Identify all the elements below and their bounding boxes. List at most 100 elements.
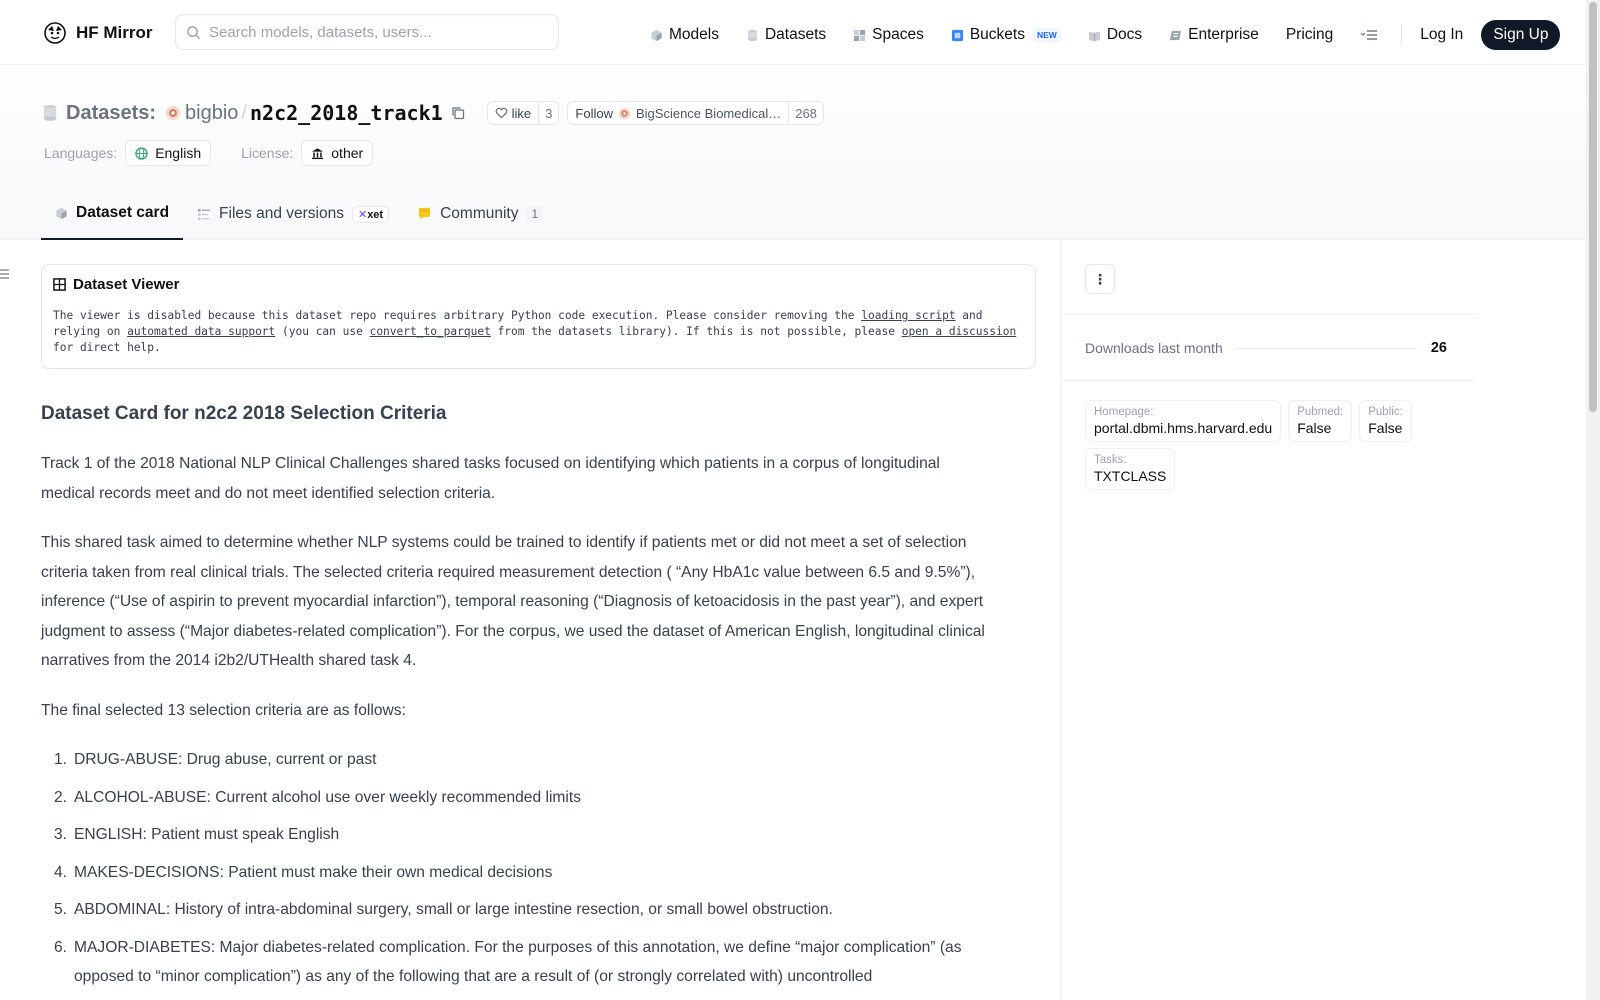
nav-models-label: Models xyxy=(669,26,719,43)
enterprise-icon xyxy=(1170,30,1182,40)
more-menu[interactable] xyxy=(1360,29,1378,41)
main-content: Dataset Viewer The viewer is disabled be… xyxy=(0,240,1060,1000)
follower-count[interactable]: 268 xyxy=(789,102,823,124)
tab-dataset-card[interactable]: Dataset card xyxy=(41,188,184,240)
downloads-row: Downloads last month 26 xyxy=(1085,340,1447,356)
repo-separator: / xyxy=(241,101,247,124)
tag-value: portal.dbmi.hms.harvard.edu xyxy=(1094,420,1273,436)
dataset-viewer-title: Dataset Viewer xyxy=(53,276,1024,293)
list-item-text: ALCOHOL-ABUSE: Current alcohol use over … xyxy=(74,788,581,806)
viewer-text-1: The viewer is disabled because this data… xyxy=(53,309,862,322)
automated-data-support-link[interactable]: automated data support xyxy=(127,325,275,338)
xet-logo-icon: ✕ xyxy=(357,208,368,221)
repo-org-link[interactable]: bigbio xyxy=(185,102,238,125)
table-icon xyxy=(53,278,66,291)
list-item: 1. DRUG-ABUSE: Drug abuse, current or pas… xyxy=(41,745,996,775)
logo[interactable]: HF Mirror xyxy=(42,20,153,46)
nav-pricing[interactable]: Pricing xyxy=(1286,26,1333,44)
more-options-button[interactable]: ⋮ xyxy=(1085,264,1115,294)
list-item-text: ABDOMINAL: History of intra-abdominal su… xyxy=(74,901,833,918)
follow-org-name: BigScience Biomedical… xyxy=(635,105,782,121)
main-nav: Models Datasets Spaces Buckets NEW Docs … xyxy=(650,20,1561,50)
list-item-text: DRUG-ABUSE: Drug abuse, current or past xyxy=(74,751,377,768)
like-count[interactable]: 3 xyxy=(539,102,558,124)
list-item: 3. ENGLISH: Patient must speak English xyxy=(41,820,996,850)
dataset-card-body: Dataset Card for n2c2 2018 Selection Cri… xyxy=(41,403,996,1000)
logo-text: HF Mirror xyxy=(76,23,153,42)
signup-button[interactable]: Sign Up xyxy=(1481,20,1561,50)
like-action[interactable]: like xyxy=(488,102,540,124)
sidebar-divider xyxy=(1061,314,1476,315)
pubmed-tag: Pubmed: False xyxy=(1288,400,1353,442)
nav-datasets[interactable]: Datasets xyxy=(746,26,826,44)
viewer-text-3: (you can use xyxy=(275,325,370,338)
convert-to-parquet-link[interactable]: convert_to_parquet xyxy=(370,325,491,338)
tab-community-label: Community xyxy=(440,205,519,222)
nav-enterprise[interactable]: Enterprise xyxy=(1169,26,1259,44)
tab-dataset-card-label: Dataset card xyxy=(76,204,170,221)
repo-name[interactable]: n2c2_2018_track1 xyxy=(250,101,443,125)
search-input[interactable] xyxy=(209,23,539,41)
card-paragraph-1: Track 1 of the 2018 National NLP Clinica… xyxy=(41,455,940,502)
more-menu-icon xyxy=(1360,30,1378,40)
tag-value: False xyxy=(1297,420,1332,436)
like-button[interactable]: like 3 xyxy=(486,101,560,125)
downloads-sparkline xyxy=(1236,347,1417,349)
loading-script-link[interactable]: loading script xyxy=(861,309,955,322)
nav-spaces[interactable]: Spaces xyxy=(853,26,924,44)
list-item: 4. MAKES-DECISIONS: Patient must make the… xyxy=(41,858,996,888)
login-link[interactable]: Log In xyxy=(1420,26,1463,44)
languages-label: Languages: xyxy=(44,145,118,161)
list-item-text: ENGLISH: Patient must speak English xyxy=(74,826,340,843)
nav-pricing-label: Pricing xyxy=(1285,26,1334,43)
nav-datasets-label: Datasets xyxy=(764,26,827,43)
search-box[interactable] xyxy=(175,14,559,50)
list-item-number: 4. xyxy=(54,863,68,881)
dataset-type-icon xyxy=(43,105,57,121)
tag-value: TXTCLASS xyxy=(1094,468,1167,484)
follow-action[interactable]: Follow BigScience Biomedical… xyxy=(568,102,790,124)
tag-value: False xyxy=(1368,420,1403,436)
dataset-viewer-message: The viewer is disabled because this data… xyxy=(53,308,1024,356)
license-value: other xyxy=(331,145,364,161)
follow-label: Follow xyxy=(575,105,613,121)
toc-toggle-icon[interactable] xyxy=(0,268,9,283)
repo-metadata: Languages: English License: other xyxy=(44,140,374,166)
community-icon xyxy=(418,207,431,220)
tab-community[interactable]: Community 1 xyxy=(403,188,557,240)
nav-docs[interactable]: Docs xyxy=(1088,26,1142,44)
follow-button[interactable]: Follow BigScience Biomedical… 268 xyxy=(567,101,824,125)
repo-type-label: Datasets: xyxy=(66,101,157,124)
list-item-text: MAKES-DECISIONS: Patient must make their… xyxy=(74,863,553,881)
search-icon xyxy=(187,25,201,39)
nav-models[interactable]: Models xyxy=(650,26,719,44)
repo-tabs: Dataset card Files and versions ✕xet Com… xyxy=(41,188,557,240)
page-scrollbar[interactable] xyxy=(1586,0,1600,1000)
models-icon xyxy=(651,29,662,41)
viewer-text-5: for direct help. xyxy=(53,341,161,354)
homepage-tag[interactable]: Homepage: portal.dbmi.hms.harvard.edu xyxy=(1085,400,1282,442)
list-item-number: 6. xyxy=(54,938,68,956)
scrollbar-thumb[interactable] xyxy=(1589,2,1597,412)
language-chip[interactable]: English xyxy=(125,140,212,166)
copy-icon[interactable] xyxy=(451,106,465,120)
nav-buckets[interactable]: Buckets NEW xyxy=(951,26,1061,44)
heart-icon xyxy=(495,107,508,119)
tag-key: Homepage: xyxy=(1094,406,1154,418)
card-paragraph-2: This shared task aimed to determine whet… xyxy=(41,534,985,669)
card-paragraph-3: The final selected 13 selection criteria… xyxy=(41,701,406,719)
public-tag: Public: False xyxy=(1359,400,1412,442)
list-item: 6. MAJOR-DIABETES: Major diabetes-related… xyxy=(41,933,996,992)
dataset-card-heading: Dataset Card for n2c2 2018 Selection Cri… xyxy=(41,403,447,424)
new-badge: NEW xyxy=(1032,28,1061,42)
files-icon xyxy=(198,208,211,220)
repo-header: Datasets: bigbio / n2c2_2018_track1 like… xyxy=(0,65,1586,240)
nav-docs-label: Docs xyxy=(1106,26,1143,43)
open-discussion-link[interactable]: open a discussion xyxy=(902,325,1017,338)
license-chip[interactable]: other xyxy=(301,140,374,166)
dataset-viewer-title-text: Dataset Viewer xyxy=(73,276,180,293)
hf-logo-icon xyxy=(44,22,66,44)
tab-files-and-versions[interactable]: Files and versions ✕xet xyxy=(183,188,403,240)
viewer-text-4: from the datasets library). If this is n… xyxy=(490,325,902,338)
list-item-text: MAJOR-DIABETES: Major diabetes-related c… xyxy=(74,938,962,986)
